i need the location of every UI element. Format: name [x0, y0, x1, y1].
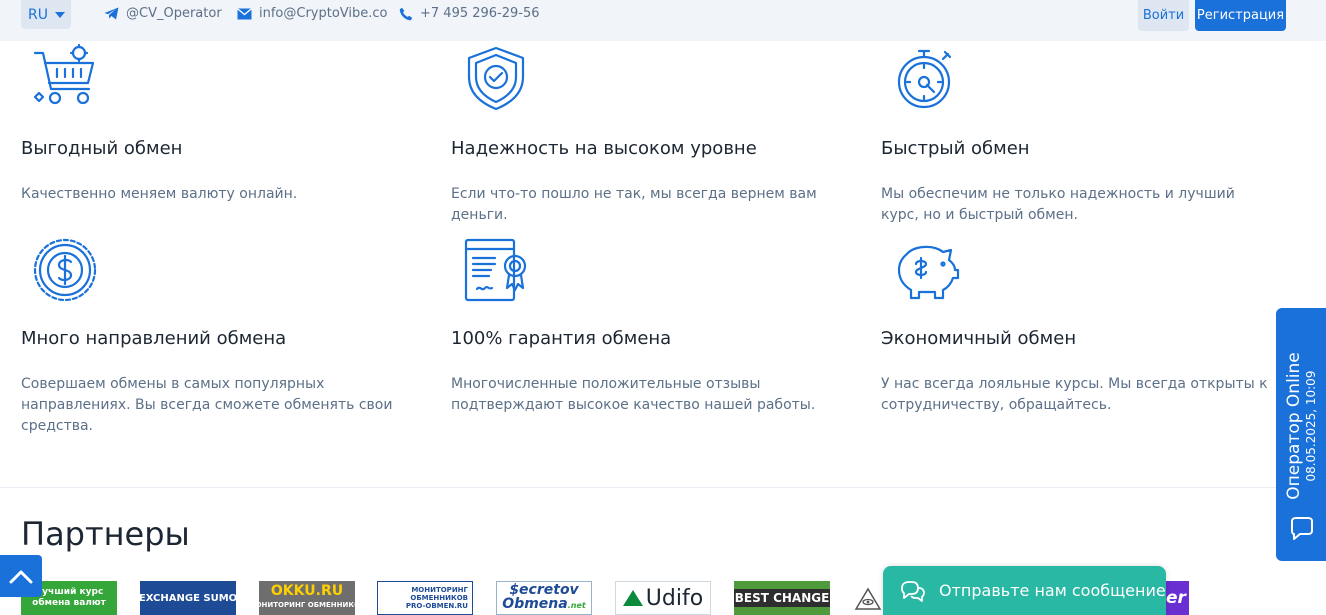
partners-title: Партнеры — [21, 515, 190, 553]
feature-title: 100% гарантия обмена — [451, 328, 672, 349]
feature-title: Быстрый обмен — [881, 138, 1030, 159]
chat-widget-button[interactable]: Отправьте нам сообщение — [883, 566, 1166, 615]
partner-logo[interactable]: $ecretov Obmena.net — [496, 581, 592, 615]
phone-text: +7 495 296-29-56 — [420, 6, 540, 21]
feature-card: Много направлений обмена Совершаем обмен… — [21, 231, 421, 441]
chat-label: Отправьте нам сообщение — [939, 581, 1166, 600]
partner-logo[interactable]: er — [1166, 581, 1189, 615]
telegram-icon — [104, 7, 119, 20]
feature-title: Много направлений обмена — [21, 328, 287, 349]
feature-card: Надежность на высоком уровне Если что-то… — [451, 41, 851, 223]
language-value: RU — [28, 6, 48, 23]
partner-logo[interactable] — [853, 581, 883, 615]
telegram-text: @CV_Operator — [126, 6, 222, 21]
language-selector[interactable]: RU — [21, 0, 71, 29]
caret-down-icon — [54, 11, 65, 18]
chat-bubble-icon — [1291, 517, 1313, 540]
partner-logo-text: ОБМЕННИКОВ — [410, 594, 468, 602]
operator-time: 08.05.2025, 10:09 — [1304, 370, 1318, 482]
feature-card: Быстрый обмен Мы обеспечим не только над… — [881, 41, 1281, 223]
scroll-top-button[interactable] — [0, 555, 42, 597]
piggy-bank-icon — [897, 245, 960, 300]
eye-pyramid-icon — [854, 587, 882, 610]
partner-logo-text: обмена валют — [32, 598, 106, 608]
feature-title: Выгодный обмен — [21, 138, 183, 159]
email-text: info@CryptoVibe.co — [259, 6, 388, 21]
feature-card: 100% гарантия обмена Многочисленные поло… — [451, 231, 851, 441]
login-button[interactable]: Войти — [1138, 0, 1189, 31]
operator-title: Оператор Online — [1284, 352, 1304, 500]
feature-text: У нас всегда лояльные курсы. Мы всегда о… — [881, 376, 1268, 413]
partner-logo-text: EXCHANGE SUMO — [140, 592, 236, 604]
feature-text: Мы обеспечим не только надежность и лучш… — [881, 186, 1235, 223]
feature-text: Совершаем обмены в самых популярных напр… — [21, 376, 393, 434]
shield-icon — [467, 46, 525, 111]
feature-card: Экономичный обмен У нас всегда лояльные … — [881, 231, 1281, 441]
partner-logo[interactable]: BEST CHANGE — [734, 581, 830, 615]
chevron-up-icon — [9, 570, 33, 584]
partner-logo-text: $ecretov — [509, 582, 579, 598]
chat-icon — [901, 580, 925, 602]
feature-title: Экономичный обмен — [881, 328, 1077, 349]
partner-logo-text: .net — [567, 601, 586, 610]
certificate-icon — [464, 238, 527, 302]
triangle-icon — [622, 590, 643, 606]
partner-logo[interactable]: МОНИТОРИНГ ОБМЕННИКОВ PRO-OBMEN.RU — [377, 581, 473, 615]
email-link[interactable]: info@CryptoVibe.co — [237, 0, 388, 27]
partner-logo-text: PRO-OBMEN.RU — [405, 602, 468, 610]
operator-online-tab[interactable]: Оператор Online 08.05.2025, 10:09 — [1276, 308, 1326, 561]
phone-icon — [399, 7, 413, 20]
partner-logo[interactable]: EXCHANGE SUMO — [140, 581, 236, 615]
operator-label: Оператор Online 08.05.2025, 10:09 — [1284, 352, 1318, 500]
partner-logo-text: Obmena — [502, 596, 568, 612]
partner-logo-text: МОНИТОРИНГ — [411, 586, 468, 594]
coin-icon — [33, 238, 97, 302]
partner-logo-text: МОНИТОРИНГ ОБМЕННИКОВ — [259, 601, 355, 609]
phone-link[interactable]: +7 495 296-29-56 — [399, 0, 540, 27]
cart-icon — [33, 43, 95, 105]
feature-title: Надежность на высоком уровне — [451, 138, 757, 159]
section-divider — [0, 487, 1326, 488]
partner-logo-text: OKKU.RU — [270, 583, 344, 599]
stopwatch-icon — [897, 49, 952, 109]
feature-text: Если что-то пошло не так, мы всегда верн… — [451, 186, 817, 223]
partner-logo-text: er — [1166, 588, 1186, 608]
register-button[interactable]: Регистрация — [1195, 0, 1286, 31]
partner-logo-text: Лучший курс — [34, 587, 104, 597]
partner-logo[interactable]: Udifo — [615, 581, 711, 615]
feature-card: Выгодный обмен Качественно меняем валюту… — [21, 41, 421, 221]
partner-logo[interactable]: OKKU.RU МОНИТОРИНГ ОБМЕННИКОВ — [259, 581, 355, 615]
feature-text: Качественно меняем валюту онлайн. — [21, 186, 298, 202]
feature-text: Многочисленные положительные отзывы подт… — [451, 376, 816, 413]
top-bar: RU @CV_Operator info@CryptoVibe.co +7 49… — [0, 0, 1326, 41]
telegram-link[interactable]: @CV_Operator — [104, 0, 222, 27]
partner-logo-text: Udifo — [645, 585, 704, 611]
mail-icon — [237, 7, 252, 19]
partner-logo-text: BEST CHANGE — [734, 589, 830, 607]
